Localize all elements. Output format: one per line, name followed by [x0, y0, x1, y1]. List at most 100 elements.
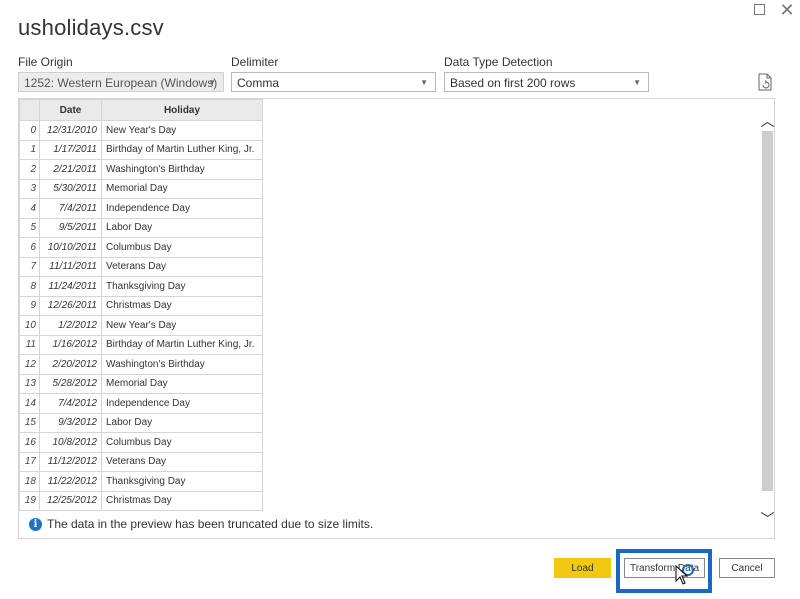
- holiday-cell: Thanksgiving Day: [101, 471, 263, 492]
- delimiter-select[interactable]: Comma ▼: [231, 72, 436, 92]
- data-preview-grid[interactable]: Date Holiday 0 12/31/2010 New Year's Day 1 1…: [18, 98, 775, 539]
- table-row: 11 1/16/2012 Birthday of Martin Luther Kin…: [19, 334, 263, 355]
- holiday-cell: Christmas Day: [101, 295, 263, 316]
- date-cell: 11/12/2012: [39, 451, 102, 472]
- row-index-cell: 12: [19, 354, 40, 375]
- table-row: 15 9/3/2012 Labor Day: [19, 412, 263, 433]
- date-cell: 1/16/2012: [39, 334, 102, 355]
- row-index-cell: 6: [19, 237, 40, 258]
- date-cell: 1/2/2012: [39, 315, 102, 336]
- holiday-cell: Birthday of Martin Luther King, Jr.: [101, 334, 263, 355]
- scroll-up-icon[interactable]: ︿: [760, 111, 775, 131]
- dialog-title: usholidays.csv: [18, 15, 164, 40]
- holiday-cell: Thanksgiving Day: [101, 276, 263, 297]
- table-row: 9 12/26/2011 Christmas Day: [19, 295, 263, 316]
- truncation-notice-text: The data in the preview has been truncat…: [47, 517, 374, 531]
- date-cell: 2/21/2011: [39, 159, 102, 180]
- truncation-notice: i The data in the preview has been trunc…: [29, 517, 373, 531]
- chevron-down-icon: ▼: [633, 78, 641, 87]
- cancel-button[interactable]: Cancel: [719, 558, 775, 578]
- row-index-cell: 15: [19, 412, 40, 433]
- row-index-cell: 1: [19, 139, 40, 160]
- date-cell: 11/24/2011: [39, 276, 102, 297]
- row-index-cell: 14: [19, 393, 40, 414]
- holiday-cell: Veterans Day: [101, 451, 263, 472]
- table-row: 14 7/4/2012 Independence Day: [19, 393, 263, 414]
- date-cell: 5/30/2011: [39, 178, 102, 199]
- highlight-box: [616, 549, 712, 593]
- row-index-cell: 10: [19, 315, 40, 336]
- table-row: 19 12/25/2012 Christmas Day: [19, 490, 263, 511]
- table-row: 2 2/21/2011 Washington's Birthday: [19, 159, 263, 180]
- row-index-cell: 13: [19, 373, 40, 394]
- holiday-cell: Independence Day: [101, 393, 263, 414]
- file-origin-value: 1252: Western European (Windows): [24, 76, 218, 90]
- holiday-cell: Memorial Day: [101, 373, 263, 394]
- column-header-date[interactable]: Date: [39, 99, 102, 121]
- table-row: 6 10/10/2011 Columbus Day: [19, 237, 263, 258]
- delimiter-label: Delimiter: [231, 55, 279, 69]
- row-index-cell: 16: [19, 432, 40, 453]
- row-index-cell: 11: [19, 334, 40, 355]
- date-cell: 11/11/2011: [39, 256, 102, 277]
- date-cell: 9/5/2011: [39, 217, 102, 238]
- maximize-icon[interactable]: [751, 2, 767, 18]
- table-row: 8 11/24/2011 Thanksgiving Day: [19, 276, 263, 297]
- row-index-cell: 8: [19, 276, 40, 297]
- row-index-cell: 2: [19, 159, 40, 180]
- load-button[interactable]: Load: [554, 558, 611, 578]
- date-cell: 12/25/2012: [39, 490, 102, 511]
- index-header: [19, 99, 40, 121]
- scroll-down-icon[interactable]: ﹀: [760, 509, 775, 529]
- row-index-cell: 7: [19, 256, 40, 277]
- date-cell: 10/8/2012: [39, 432, 102, 453]
- date-cell: 1/17/2011: [39, 139, 102, 160]
- holiday-cell: Memorial Day: [101, 178, 263, 199]
- holiday-cell: Labor Day: [101, 217, 263, 238]
- info-icon: i: [29, 517, 42, 531]
- scrollbar-thumb[interactable]: [762, 131, 773, 491]
- row-index-cell: 0: [19, 120, 40, 141]
- column-header-holiday[interactable]: Holiday: [101, 99, 263, 121]
- cursor-icon: [675, 564, 694, 585]
- data-type-detection-select[interactable]: Based on first 200 rows ▼: [444, 72, 649, 92]
- row-index-cell: 19: [19, 490, 40, 511]
- preview-table: Date Holiday 0 12/31/2010 New Year's Day 1 1…: [19, 99, 263, 511]
- delimiter-value: Comma: [237, 76, 280, 90]
- holiday-cell: Washington's Birthday: [101, 159, 263, 180]
- row-index-cell: 9: [19, 295, 40, 316]
- holiday-cell: Independence Day: [101, 198, 263, 219]
- row-index-cell: 18: [19, 471, 40, 492]
- date-cell: 11/22/2012: [39, 471, 102, 492]
- data-type-detection-value: Based on first 200 rows: [450, 76, 576, 90]
- holiday-cell: Washington's Birthday: [101, 354, 263, 375]
- file-origin-select[interactable]: 1252: Western European (Windows) ▼: [18, 72, 224, 92]
- date-cell: 12/26/2011: [39, 295, 102, 316]
- table-row: 0 12/31/2010 New Year's Day: [19, 120, 263, 141]
- holiday-cell: Labor Day: [101, 412, 263, 433]
- table-row: 5 9/5/2011 Labor Day: [19, 217, 263, 238]
- table-row: 7 11/11/2011 Veterans Day: [19, 256, 263, 277]
- holiday-cell: New Year's Day: [101, 315, 263, 336]
- row-index-cell: 3: [19, 178, 40, 199]
- date-cell: 5/28/2012: [39, 373, 102, 394]
- table-row: 10 1/2/2012 New Year's Day: [19, 315, 263, 336]
- table-row: 3 5/30/2011 Memorial Day: [19, 178, 263, 199]
- row-index-cell: 17: [19, 451, 40, 472]
- file-origin-label: File Origin: [18, 55, 73, 69]
- date-cell: 12/31/2010: [39, 120, 102, 141]
- holiday-cell: Birthday of Martin Luther King, Jr.: [101, 139, 263, 160]
- holiday-cell: Columbus Day: [101, 237, 263, 258]
- date-cell: 2/20/2012: [39, 354, 102, 375]
- table-row: 12 2/20/2012 Washington's Birthday: [19, 354, 263, 375]
- close-icon[interactable]: ✕: [779, 1, 795, 19]
- date-cell: 10/10/2011: [39, 237, 102, 258]
- date-cell: 7/4/2012: [39, 393, 102, 414]
- data-type-detection-label: Data Type Detection: [444, 55, 553, 69]
- refresh-document-icon[interactable]: [757, 73, 773, 91]
- vertical-scrollbar[interactable]: ︿ ﹀: [760, 99, 775, 538]
- holiday-cell: Veterans Day: [101, 256, 263, 277]
- row-index-cell: 5: [19, 217, 40, 238]
- date-cell: 9/3/2012: [39, 412, 102, 433]
- chevron-down-icon: ▼: [208, 78, 216, 87]
